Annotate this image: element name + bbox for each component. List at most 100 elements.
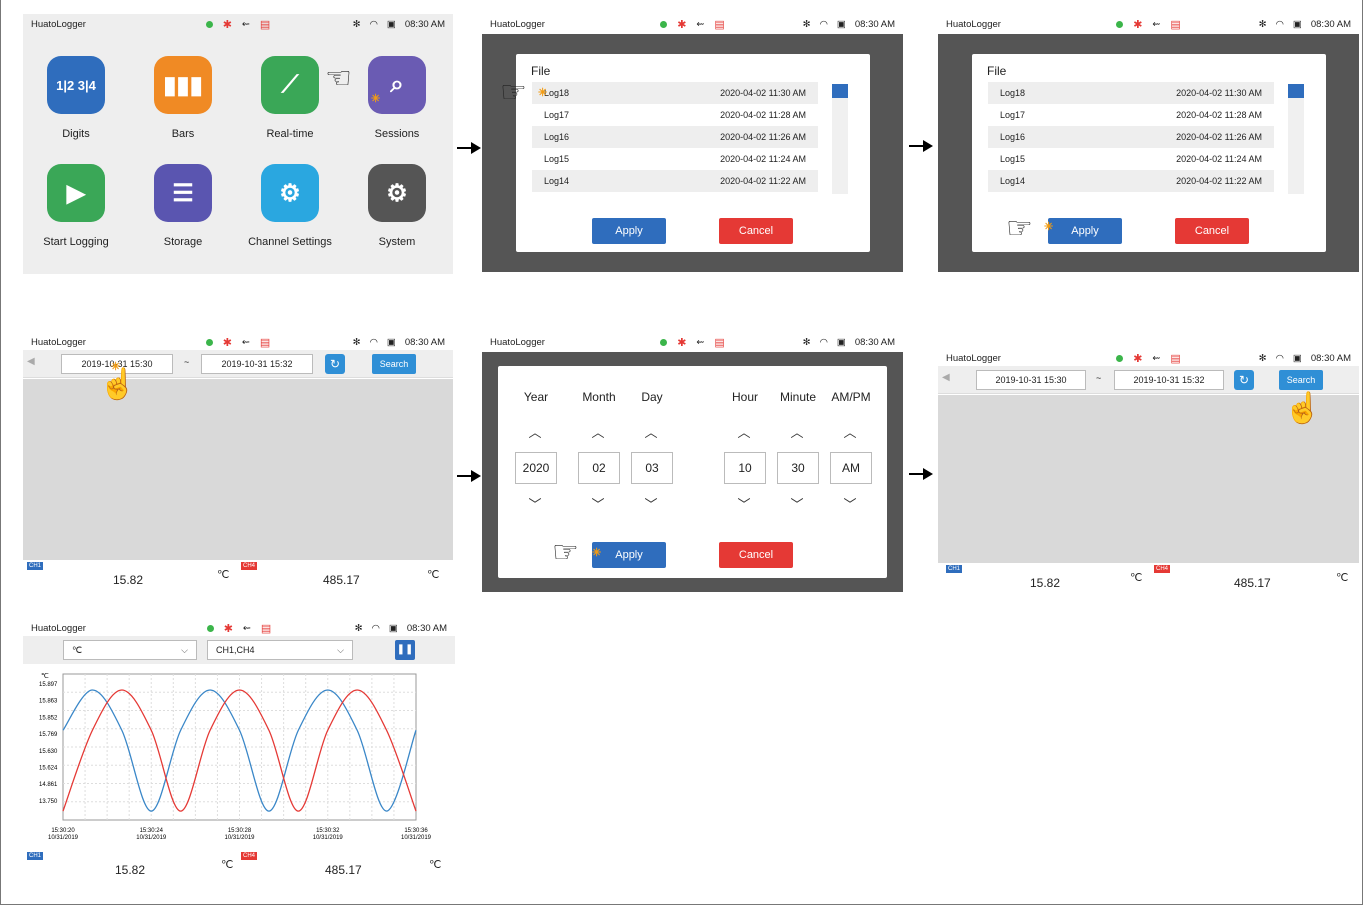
ch1-unit: ℃ — [217, 569, 230, 581]
file-dialog: File Log18 2020-04-02 11:30 AM Log17 2020-0… — [516, 54, 870, 252]
file-row[interactable]: Log15 2020-04-02 11:24 AM — [988, 148, 1274, 170]
apply-button[interactable]: Apply — [592, 542, 666, 568]
increment-chevron-icon[interactable]: ︿ — [578, 422, 618, 441]
decrement-chevron-icon[interactable]: ﹀ — [631, 494, 671, 513]
decrement-chevron-icon[interactable]: ﹀ — [777, 494, 817, 513]
start-date-field[interactable]: 2019-10-31 15:30 — [976, 370, 1086, 390]
pause-button[interactable]: ❚❚ — [395, 640, 415, 660]
decrement-chevron-icon[interactable]: ﹀ — [830, 494, 870, 513]
cancel-button[interactable]: Cancel — [1175, 218, 1249, 244]
realtime-tile[interactable]: ⟋ — [261, 56, 319, 114]
status-bar: HuatoLogger ✱ ⇜ ▤ ✻ ◠ ▣ 08:30 AM — [938, 14, 1359, 34]
picker-value[interactable]: 30 — [777, 452, 819, 484]
tap-spark-icon: ✳ — [592, 547, 602, 559]
status-ok-icon — [660, 338, 668, 346]
file-row[interactable]: Log18 2020-04-02 11:30 AM — [532, 82, 818, 104]
x-tick-date: 10/31/2019 — [401, 835, 432, 841]
search-button[interactable]: Search — [372, 354, 416, 374]
tile-label: Digits — [62, 128, 90, 140]
increment-chevron-icon[interactable]: ︿ — [631, 422, 671, 441]
file-row[interactable]: Log14 2020-04-02 11:22 AM — [988, 170, 1274, 192]
battery-icon: ▣ — [386, 18, 396, 30]
increment-chevron-icon[interactable]: ︿ — [777, 422, 817, 441]
end-date-field[interactable]: 2019-10-31 15:32 — [201, 354, 313, 374]
record-icon: ▤ — [260, 622, 272, 635]
file-row[interactable]: Log14 2020-04-02 11:22 AM — [532, 170, 818, 192]
system-tile[interactable]: ⚙ — [368, 164, 426, 222]
alarm-icon: ✱ — [1133, 18, 1143, 31]
apply-button[interactable]: Apply — [1048, 218, 1122, 244]
file-row[interactable]: Log15 2020-04-02 11:24 AM — [532, 148, 818, 170]
file-row[interactable]: Log18 2020-04-02 11:30 AM — [988, 82, 1274, 104]
unit-select[interactable]: ℃ ⌵ — [63, 640, 197, 660]
tile-label: Bars — [171, 128, 195, 140]
bluetooth-icon: ✻ — [352, 18, 361, 30]
file-row[interactable]: Log16 2020-04-02 11:26 AM — [532, 126, 818, 148]
bluetooth-icon: ✻ — [802, 336, 811, 348]
ch4-readout: CH4 485.17 ℃ — [239, 852, 453, 882]
range-separator: ~ — [1096, 373, 1102, 383]
storage-tile[interactable]: ☰ — [154, 164, 212, 222]
decrement-chevron-icon[interactable]: ﹀ — [578, 494, 618, 513]
record-icon: ▤ — [1170, 18, 1181, 31]
tutorial-sheet: HuatoLogger ✱ ⇜ ▤ ✻ ◠ ▣ 08:30 AM 1|2 3|4 Digit… — [0, 0, 1363, 905]
back-icon[interactable]: ◀ — [27, 356, 35, 367]
wifi-icon: ◠ — [1275, 352, 1284, 364]
clock: 08:30 AM — [404, 336, 445, 348]
picker-value[interactable]: 02 — [578, 452, 620, 484]
ch1-tag: CH1 — [27, 562, 44, 570]
status-bar: HuatoLogger ✱ ⇜ ▤ ✻ ◠ ▣ 08:30 AM — [23, 14, 453, 34]
picker-value[interactable]: 10 — [724, 452, 766, 484]
back-icon[interactable]: ◀ — [942, 372, 950, 383]
file-row[interactable]: Log17 2020-04-02 11:28 AM — [532, 104, 818, 126]
channel-settings-tile[interactable]: ⚙ — [261, 164, 319, 222]
cancel-button[interactable]: Cancel — [719, 218, 793, 244]
decrement-chevron-icon[interactable]: ﹀ — [515, 494, 555, 513]
file-row[interactable]: Log16 2020-04-02 11:26 AM — [988, 126, 1274, 148]
increment-chevron-icon[interactable]: ︿ — [724, 422, 764, 441]
file-name: Log14 — [1000, 176, 1026, 186]
picker-header: Day — [641, 390, 663, 404]
status-ok-icon — [1116, 354, 1124, 362]
pointing-hand-icon: ☞ — [500, 76, 527, 109]
increment-chevron-icon[interactable]: ︿ — [830, 422, 870, 441]
cancel-button[interactable]: Cancel — [719, 542, 793, 568]
search-button[interactable]: Search — [1279, 370, 1323, 390]
status-ok-icon — [206, 624, 214, 632]
unit-select-value: ℃ — [72, 644, 83, 655]
increment-chevron-icon[interactable]: ︿ — [515, 422, 555, 441]
file-list-scrollbar[interactable] — [832, 84, 848, 194]
sessions-tile[interactable]: ⌕ — [368, 56, 426, 114]
scroll-thumb[interactable] — [832, 84, 848, 98]
scroll-thumb[interactable] — [1288, 84, 1304, 98]
file-date: 2020-04-02 11:22 AM — [720, 176, 806, 186]
status-bar: HuatoLogger ✱ ⇜ ▤ ✻ ◠ ▣ 08:30 AM — [938, 348, 1359, 368]
refresh-button[interactable]: ↻ — [325, 354, 345, 374]
app-name: HuatoLogger — [946, 18, 1001, 30]
x-tick-time: 15:30:28 — [228, 828, 252, 834]
decrement-chevron-icon[interactable]: ﹀ — [724, 494, 764, 513]
battery-icon: ▣ — [388, 622, 398, 634]
bars-tile[interactable]: ▮▮▮ — [154, 56, 212, 114]
end-date-field[interactable]: 2019-10-31 15:32 — [1114, 370, 1224, 390]
search-screen: HuatoLogger ✱ ⇜ ▤ ✻ ◠ ▣ 08:30 AM ◀ 2019-10-31… — [23, 332, 453, 592]
x-tick-time: 15:30:36 — [404, 828, 428, 834]
picker-value[interactable]: AM — [830, 452, 872, 484]
file-name: Log16 — [1000, 132, 1026, 142]
y-tick-label: 15.863 — [39, 699, 58, 705]
file-row[interactable]: Log17 2020-04-02 11:28 AM — [988, 104, 1274, 126]
ch4-tag: CH4 — [241, 852, 258, 860]
refresh-button[interactable]: ↻ — [1234, 370, 1254, 390]
tile-label: System — [378, 236, 416, 248]
wifi-icon: ◠ — [369, 336, 378, 348]
play-tile[interactable]: ▶ — [47, 164, 105, 222]
picker-value[interactable]: 03 — [631, 452, 673, 484]
tile-label: Start Logging — [43, 236, 109, 248]
ch1-unit: ℃ — [221, 859, 234, 871]
apply-button[interactable]: Apply — [592, 218, 666, 244]
file-list-scrollbar[interactable] — [1288, 84, 1304, 194]
picker-value[interactable]: 2020 — [515, 452, 557, 484]
channel-select[interactable]: CH1,CH4 ⌵ — [207, 640, 353, 660]
digits-tile[interactable]: 1|2 3|4 — [47, 56, 105, 114]
home-screen: HuatoLogger ✱ ⇜ ▤ ✻ ◠ ▣ 08:30 AM 1|2 3|4 Digit… — [23, 14, 453, 274]
